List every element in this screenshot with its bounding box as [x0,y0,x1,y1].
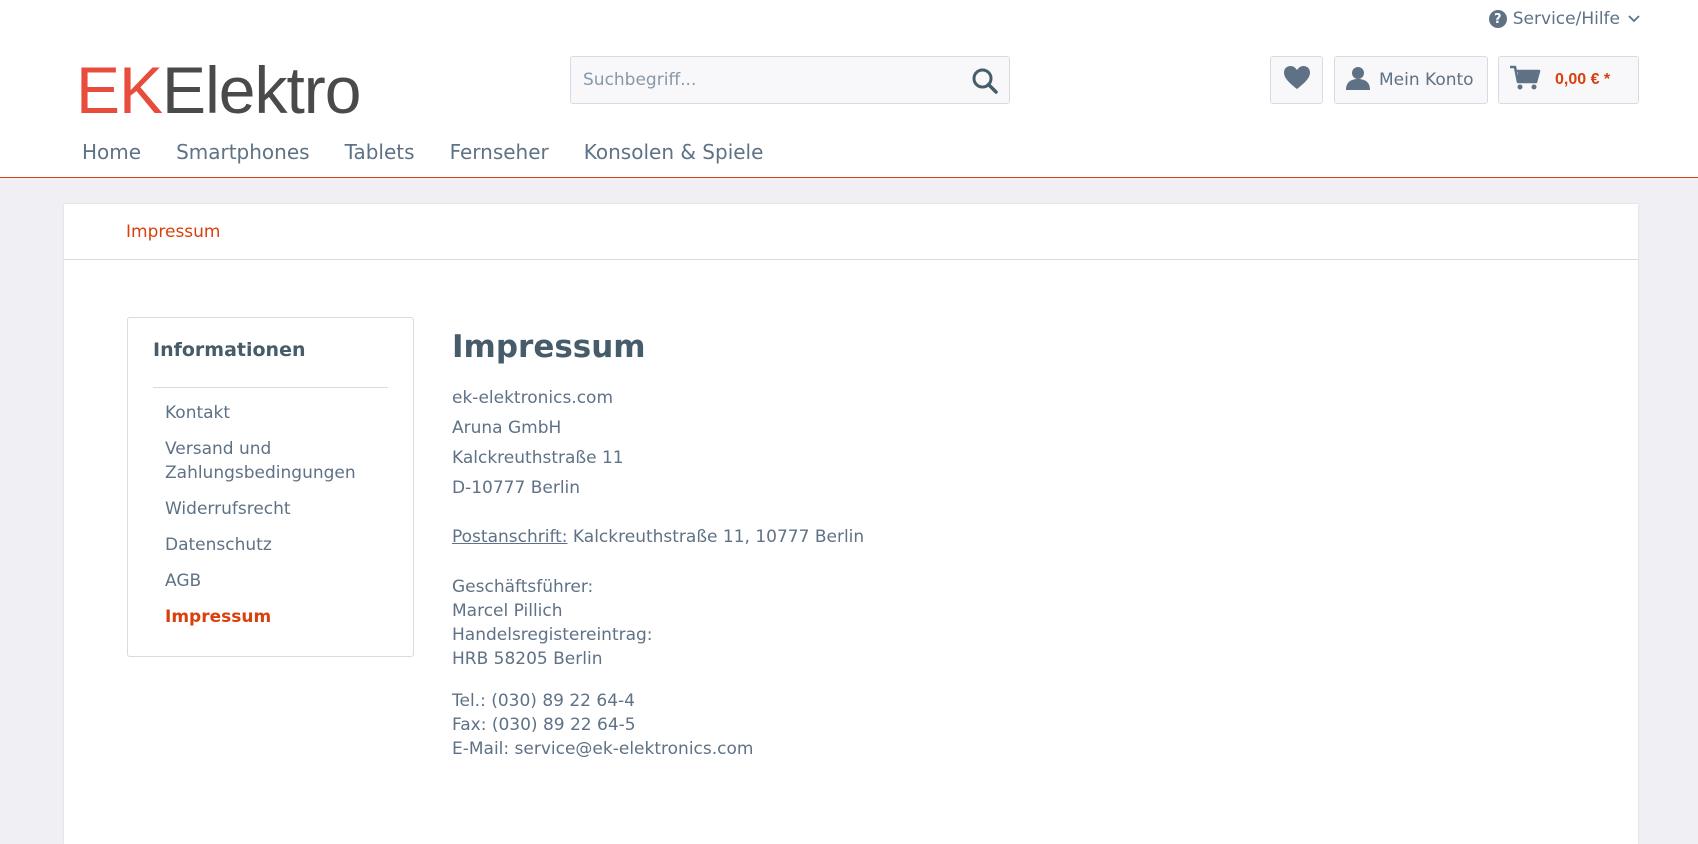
sidebar-item-datenschutz[interactable]: Datenschutz [165,533,395,557]
postal-label: Postanschrift: [452,527,568,547]
cart-button[interactable]: 0,00 € * [1498,56,1639,104]
account-button[interactable]: Mein Konto [1334,56,1488,104]
contact-block: Tel.: (030) 89 22 64-4 Fax: (030) 89 22 … [452,689,1552,761]
management-line: Geschäftsführer: [452,577,594,597]
search-box [570,56,1010,104]
address-line: ek-elektronics.com [452,388,614,408]
wishlist-button[interactable] [1270,56,1323,104]
postal-address: Postanschrift: Kalckreuthstraße 11, 1077… [452,525,1552,549]
management-block: Geschäftsführer: Marcel Pillich Handelsr… [452,575,1552,671]
nav-item-smartphones[interactable]: Smartphones [176,140,310,164]
management-line: Marcel Pillich [452,601,563,621]
breadcrumb: Impressum [64,204,1638,260]
heart-icon [1283,65,1311,95]
sidebar-item-versand[interactable]: Versand und Zahlungsbedingungen [165,437,395,485]
sidebar-list: Kontakt Versand und Zahlungsbedingungen … [165,401,395,641]
sidebar-title: Informationen [153,339,306,361]
logo[interactable]: EKElektro [76,52,361,128]
address-block: ek-elektronics.com Aruna GmbH Kalckreuth… [452,383,1552,503]
address-line: Aruna GmbH [452,418,562,438]
main-nav: Home Smartphones Tablets Fernseher Konso… [82,140,763,164]
nav-item-tablets[interactable]: Tablets [345,140,415,164]
management-line: HRB 58205 Berlin [452,649,603,669]
sidebar-item-widerrufsrecht[interactable]: Widerrufsrecht [165,497,395,521]
info-sidebar: Informationen Kontakt Versand und Zahlun… [127,317,414,657]
address-line: Kalckreuthstraße 11 [452,448,624,468]
service-label: Service/Hilfe [1512,9,1620,29]
search-input[interactable] [571,57,965,103]
management-line: Handelsregistereintrag: [452,625,653,645]
contact-fax: Fax: (030) 89 22 64-5 [452,715,636,735]
address-line: D-10777 Berlin [452,478,581,498]
nav-item-home[interactable]: Home [82,140,141,164]
postal-value: Kalckreuthstraße 11, 10777 Berlin [567,527,865,547]
content-card: Impressum Informationen Kontakt Versand … [64,204,1638,844]
breadcrumb-item-impressum[interactable]: Impressum [126,222,221,242]
cart-icon [1509,65,1541,95]
cart-total: 0,00 € * [1555,71,1611,88]
site-header: ? Service/Hilfe EKElektro Mein Konto 0,0… [0,0,1698,178]
impressum-content: Impressum ek-elektronics.com Aruna GmbH … [452,328,1552,761]
nav-item-fernseher[interactable]: Fernseher [450,140,549,164]
chevron-down-icon [1628,12,1640,26]
contact-phone: Tel.: (030) 89 22 64-4 [452,691,635,711]
logo-part-elektro: Elektro [162,53,361,127]
page-title: Impressum [452,329,646,365]
sidebar-item-kontakt[interactable]: Kontakt [165,401,395,425]
account-label: Mein Konto [1379,70,1474,90]
user-icon [1345,65,1371,96]
contact-email: E-Mail: service@ek-elektronics.com [452,739,754,759]
service-menu[interactable]: ? Service/Hilfe [1488,9,1640,29]
sidebar-divider [153,387,388,388]
sidebar-item-impressum[interactable]: Impressum [165,605,395,629]
nav-item-konsolen-spiele[interactable]: Konsolen & Spiele [584,140,764,164]
logo-part-ek: EK [76,53,163,127]
search-icon[interactable] [971,67,999,95]
question-circle-icon: ? [1488,10,1507,28]
sidebar-item-agb[interactable]: AGB [165,569,395,593]
